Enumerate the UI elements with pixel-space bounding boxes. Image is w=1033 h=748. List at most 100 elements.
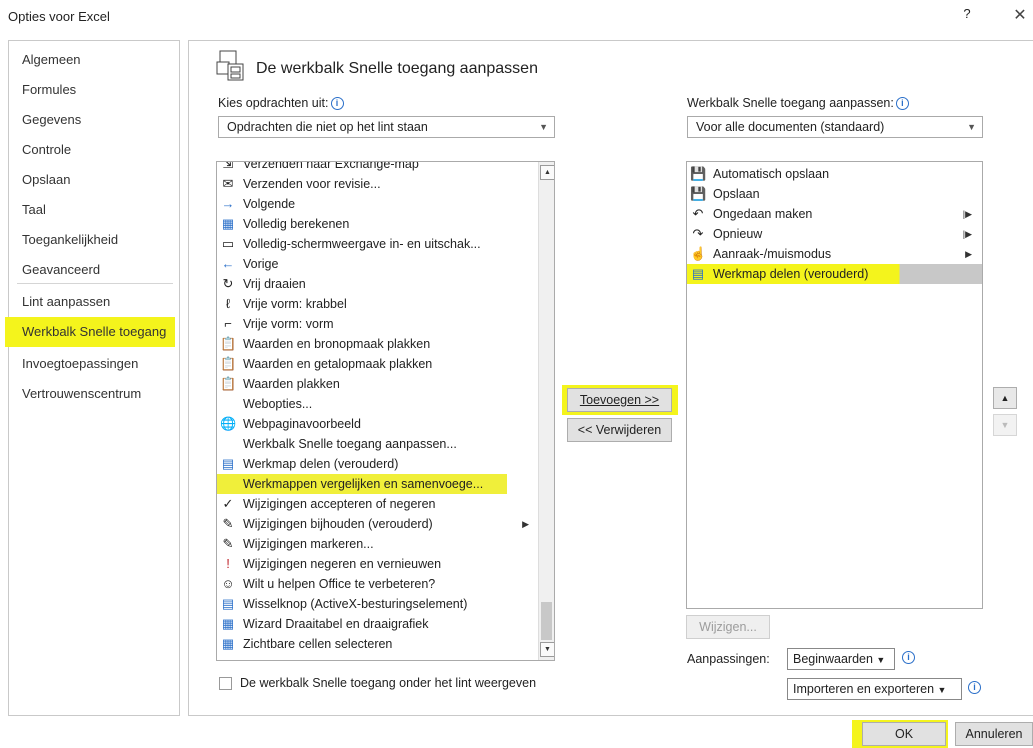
customize-toolbar-label: Werkbalk Snelle toegang aanpassen: i [687,96,909,110]
list-item[interactable]: 💾 Opslaan [687,184,982,204]
info-icon[interactable]: i [330,97,344,110]
submenu-arrow-icon: ▶ [522,519,529,529]
list-item[interactable]: ↻ Vrij draaien [217,274,539,294]
list-item[interactable]: 📋 Waarden en bronopmaak plakken [217,334,539,354]
info-icon[interactable]: i [895,97,909,110]
show-below-ribbon-checkbox[interactable] [219,677,232,690]
list-item-label: Werkmap delen (verouderd) [713,267,869,281]
choose-commands-dropdown[interactable]: Opdrachten die niet op het lint staan ▼ [218,116,555,138]
list-item[interactable]: Webopties... [217,394,539,414]
list-item[interactable]: ! Wijzigingen negeren en vernieuwen [217,554,539,574]
list-item-label: Verzenden voor revisie... [243,177,381,191]
add-button[interactable]: Toevoegen >> [567,388,672,412]
list-item[interactable]: ▦ Wizard Draaitabel en draaigrafiek [217,614,539,634]
commands-scrollbar[interactable]: ▲ ▼ [538,162,554,660]
remove-button[interactable]: << Verwijderen [567,418,672,442]
ok-button[interactable]: OK [862,722,946,746]
list-item[interactable]: ☺ Wilt u helpen Office te verbeteren? [217,574,539,594]
cancel-button[interactable]: Annuleren [955,722,1033,746]
list-item-label: Automatisch opslaan [713,167,830,181]
list-item[interactable]: Werkbalk Snelle toegang aanpassen... [217,434,539,454]
nav-item[interactable]: Gegevens [9,105,179,135]
list-item[interactable]: ☝ Aanraak-/muismodus ▶ [687,244,982,264]
toggle-button-icon: ▤ [221,596,235,611]
nav-item[interactable]: Controle [9,135,179,165]
submenu-arrow-icon: ▶ [965,249,972,259]
undo-icon: ↶ [692,206,704,221]
customize-toolbar-dropdown[interactable]: Voor alle documenten (standaard) ▼ [687,116,983,138]
list-item-label: Werkmappen vergelijken en samenvoege... [243,477,484,491]
nav-item[interactable]: Vertrouwenscentrum [9,379,179,409]
nav-item[interactable]: Algemeen [9,45,179,75]
import-export-dropdown[interactable]: Importeren en exporteren ▼ [787,678,962,700]
send-folder-icon: ⇲ [222,161,234,171]
move-down-button[interactable]: ▼ [993,414,1017,436]
scribble-icon: ℓ [225,296,231,311]
list-item-label: Webpaginavoorbeeld [243,417,361,431]
list-item[interactable]: ✎ Wijzigingen bijhouden (verouderd) ▶ [217,514,539,534]
submenu-arrow-icon: |▶ [962,229,972,239]
arrow-right-icon: → [221,196,235,211]
nav-item[interactable]: Geavanceerd [9,255,179,285]
blank-icon [220,396,236,412]
list-item[interactable]: ▤ Werkmap delen (verouderd) [687,264,982,284]
list-item[interactable]: ✉ Verzenden voor revisie... [217,174,539,194]
visible-cells-icon: ▦ [221,636,235,651]
nav-divider [17,283,173,284]
nav-item[interactable]: Taal [9,195,179,225]
arrow-left-icon: ← [221,256,235,271]
list-item[interactable]: 📋 Waarden plakken [217,374,539,394]
list-item-label: Webopties... [243,397,313,411]
info-icon[interactable]: i [968,681,981,694]
list-item[interactable]: 🌐 Webpaginavoorbeeld [217,414,539,434]
list-item-label: Wijzigingen negeren en vernieuwen [243,557,442,571]
list-item-label: Vorige [243,257,279,271]
list-item[interactable]: 💾 Automatisch opslaan [687,164,982,184]
list-item-label: Wijzigingen markeren... [243,537,374,551]
list-item-label: Waarden en getalopmaak plakken [243,357,433,371]
close-icon[interactable]: ✕ [1010,5,1030,25]
list-item[interactable]: 📋 Waarden en getalopmaak plakken [217,354,539,374]
scroll-down-icon[interactable]: ▼ [540,642,554,657]
choose-commands-label: Kies opdrachten uit: i [218,96,344,110]
window-title: Opties voor Excel [8,9,110,24]
list-item-label: Volledig-schermweergave in- en uitschak.… [243,237,481,251]
list-item[interactable]: → Volgende [217,194,539,214]
list-item[interactable]: ▤ Wisselknop (ActiveX-besturingselement) [217,594,539,614]
nav-item[interactable]: Invoegtoepassingen [9,349,179,379]
list-item[interactable]: ▦ Volledig berekenen [217,214,539,234]
list-item-label: Wilt u helpen Office te verbeteren? [243,577,436,591]
list-item[interactable]: ← Vorige [217,254,539,274]
nav-item[interactable]: Werkbalk Snelle toegang [5,317,175,347]
submenu-arrow-icon: |▶ [962,209,972,219]
info-icon[interactable]: i [902,651,915,664]
move-up-button[interactable]: ▲ [993,387,1017,409]
scroll-thumb[interactable] [541,602,552,640]
list-item[interactable]: Werkmappen vergelijken en samenvoege... [217,474,507,494]
list-item[interactable]: ↷ Opnieuw |▶ [687,224,982,244]
scroll-up-icon[interactable]: ▲ [540,165,554,180]
list-item[interactable]: ▤ Werkmap delen (verouderd) [217,454,539,474]
list-item[interactable]: ▦ Zichtbare cellen selecteren [217,634,539,654]
modify-button[interactable]: Wijzigen... [686,615,770,639]
nav-item[interactable]: Opslaan [9,165,179,195]
list-item[interactable]: ▭ Volledig-schermweergave in- en uitschak… [217,234,539,254]
toolbar-items-list[interactable]: 💾 Automatisch opslaan 💾 Opslaan ↶ Ongedaan ma… [686,161,983,609]
list-item[interactable]: ✎ Wijzigingen markeren... [217,534,539,554]
list-item[interactable]: ⌐ Vrije vorm: vorm [217,314,539,334]
nav-item[interactable]: Formules [9,75,179,105]
list-item[interactable]: ✓ Wijzigingen accepteren of negeren [217,494,539,514]
list-item-label: Vrije vorm: krabbel [243,297,347,311]
show-below-ribbon-label: De werkbalk Snelle toegang onder het lin… [240,676,537,690]
chevron-down-icon: ▼ [876,655,886,665]
commands-list[interactable]: ▲ ▼ ⇲ Verzenden naar Exchange-map ✉ Verzend… [216,161,555,661]
nav-item[interactable]: Lint aanpassen [9,287,179,317]
blank-icon [220,436,236,452]
help-button[interactable]: ? [958,6,976,24]
list-item[interactable]: ⇲ Verzenden naar Exchange-map [217,161,539,174]
chevron-down-icon: ▼ [967,122,976,132]
reset-dropdown[interactable]: Beginwaarden ▼ [787,648,895,670]
nav-item[interactable]: Toegankelijkheid [9,225,179,255]
list-item[interactable]: ℓ Vrije vorm: krabbel [217,294,539,314]
list-item[interactable]: ↶ Ongedaan maken |▶ [687,204,982,224]
